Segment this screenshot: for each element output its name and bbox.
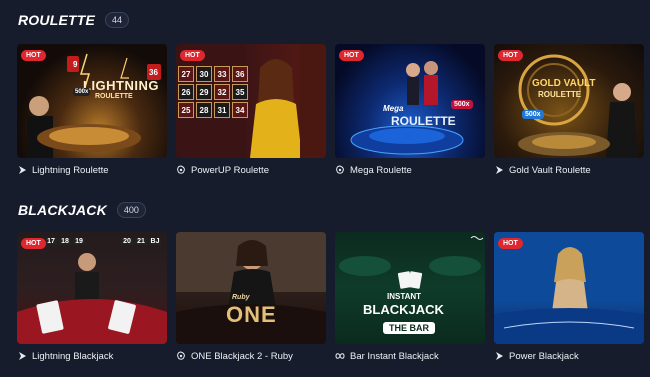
art-title: LIGHTNING — [83, 78, 159, 93]
game-card-one-blackjack-ruby[interactable]: ONE Ruby ONE Blackjack 2 - Ruby — [176, 232, 326, 363]
thumbnail-art: GOLD VAULT ROULETTE 500x — [494, 44, 644, 158]
multiplier-row-right: 20 21 BJ — [121, 238, 161, 245]
game-label-row: Gold Vault Roulette — [494, 163, 644, 177]
art-subtitle: Mega — [383, 104, 404, 113]
game-name[interactable]: Mega Roulette — [350, 165, 412, 176]
section-count-badge: 44 — [105, 12, 130, 28]
art-title: ONE — [226, 302, 277, 327]
section-count-badge: 400 — [116, 202, 146, 218]
number-grid: 27 30 33 36 26 29 32 35 25 28 31 34 — [178, 66, 248, 118]
game-name[interactable]: ONE Blackjack 2 - Ruby — [191, 351, 293, 362]
section-title[interactable]: ROULETTE — [18, 12, 95, 28]
multiplier-row-left: 17 18 19 — [45, 238, 85, 245]
game-label-row: Power Blackjack — [494, 349, 644, 363]
game-cards: 17 18 19 20 21 BJ HOT Lightning Blackjac… — [17, 232, 644, 363]
thumbnail-art: 27 30 33 36 26 29 32 35 25 28 31 34 — [176, 44, 326, 158]
game-card-bar-instant-blackjack[interactable]: INSTANT BLACKJACK THE BAR Bar Instant Bl… — [335, 232, 485, 363]
section-header: BLACKJACK 400 — [18, 200, 146, 220]
game-name[interactable]: Lightning Roulette — [32, 165, 109, 176]
art-number: BJ — [149, 238, 161, 245]
pragmatic-icon — [176, 351, 186, 361]
grid-number: 34 — [232, 102, 248, 118]
art-number: 19 — [73, 238, 85, 245]
pragmatic-icon — [176, 165, 186, 175]
art-number: 36 — [149, 68, 158, 77]
hot-badge: HOT — [498, 238, 523, 249]
art-title: ROULETTE — [391, 114, 456, 128]
section-title[interactable]: BLACKJACK — [18, 202, 107, 218]
game-thumbnail[interactable]: 27 30 33 36 26 29 32 35 25 28 31 34 HOT — [176, 44, 326, 158]
game-name[interactable]: PowerUP Roulette — [191, 165, 269, 176]
hot-badge: HOT — [21, 238, 46, 249]
grid-number: 30 — [196, 66, 212, 82]
game-name[interactable]: Lightning Blackjack — [32, 351, 113, 362]
game-label-row: ONE Blackjack 2 - Ruby — [176, 349, 326, 363]
game-card-powerup-roulette[interactable]: 27 30 33 36 26 29 32 35 25 28 31 34 HOT — [176, 44, 326, 177]
grid-number: 29 — [196, 84, 212, 100]
art-subtitle: ROULETTE — [538, 90, 582, 99]
game-card-power-blackjack[interactable]: HOT Power Blackjack — [494, 232, 644, 363]
grid-number: 26 — [178, 84, 194, 100]
art-multiplier: 500x — [73, 88, 91, 96]
art-title: GOLD VAULT — [532, 78, 596, 89]
hot-badge: HOT — [339, 50, 364, 61]
hot-badge: HOT — [498, 50, 523, 61]
art-number: 9 — [73, 60, 78, 69]
art-subtitle: INSTANT — [387, 292, 422, 301]
game-thumbnail[interactable]: HOT — [494, 232, 644, 344]
art-subtitle: ROULETTE — [95, 93, 133, 100]
game-label-row: Lightning Roulette — [17, 163, 167, 177]
game-name[interactable]: Bar Instant Blackjack — [350, 351, 439, 362]
lightning-roulette-art — [27, 53, 161, 158]
game-name[interactable]: Gold Vault Roulette — [509, 165, 591, 176]
art-number: 18 — [59, 238, 71, 245]
evolution-icon — [494, 165, 504, 175]
game-thumbnail[interactable]: GOLD VAULT ROULETTE 500x HOT — [494, 44, 644, 158]
grid-number: 25 — [178, 102, 194, 118]
thumbnail-art: ROULETTE Mega 500x — [335, 44, 485, 158]
evolution-icon — [494, 351, 504, 361]
pragmatic-icon — [335, 165, 345, 175]
art-multiplier: 500x — [522, 110, 544, 119]
grid-number: 27 — [178, 66, 194, 82]
evolution-icon — [17, 165, 27, 175]
infinity-icon — [335, 351, 345, 361]
game-label-row: Bar Instant Blackjack — [335, 349, 485, 363]
game-thumbnail[interactable]: 9 36 LIGHTNING ROULETTE 500x HOT — [17, 44, 167, 158]
grid-number: 28 — [196, 102, 212, 118]
art-subtitle: Ruby — [232, 294, 250, 301]
evolution-icon — [17, 351, 27, 361]
art-title: BLACKJACK — [363, 302, 444, 317]
thumbnail-art: INSTANT BLACKJACK THE BAR — [335, 232, 485, 344]
game-label-row: Lightning Blackjack — [17, 349, 167, 363]
game-thumbnail[interactable]: ROULETTE Mega 500x HOT — [335, 44, 485, 158]
thumbnail-art: 9 36 LIGHTNING ROULETTE 500x — [17, 44, 167, 158]
game-card-mega-roulette[interactable]: ROULETTE Mega 500x HOT Mega Roulette — [335, 44, 485, 177]
game-card-lightning-blackjack[interactable]: 17 18 19 20 21 BJ HOT Lightning Blackjac… — [17, 232, 167, 363]
grid-number: 35 — [232, 84, 248, 100]
hot-badge: HOT — [21, 50, 46, 61]
art-number: 21 — [135, 238, 147, 245]
grid-number: 36 — [232, 66, 248, 82]
section-header: ROULETTE 44 — [18, 10, 130, 30]
game-label-row: Mega Roulette — [335, 163, 485, 177]
grid-number: 32 — [214, 84, 230, 100]
art-tagline: THE BAR — [383, 322, 435, 334]
art-number: 17 — [45, 238, 57, 245]
thumbnail-art: ONE Ruby — [176, 232, 326, 344]
game-thumbnail[interactable]: ONE Ruby — [176, 232, 326, 344]
hot-badge: HOT — [180, 50, 205, 61]
game-card-gold-vault-roulette[interactable]: GOLD VAULT ROULETTE 500x HOT Gold Vault … — [494, 44, 644, 177]
game-card-lightning-roulette[interactable]: 9 36 LIGHTNING ROULETTE 500x HOT Lightni… — [17, 44, 167, 177]
art-number: 20 — [121, 238, 133, 245]
grid-number: 33 — [214, 66, 230, 82]
game-name[interactable]: Power Blackjack — [509, 351, 579, 362]
game-cards: 9 36 LIGHTNING ROULETTE 500x HOT Lightni… — [17, 44, 644, 177]
game-thumbnail[interactable]: 17 18 19 20 21 BJ HOT — [17, 232, 167, 344]
game-thumbnail[interactable]: INSTANT BLACKJACK THE BAR — [335, 232, 485, 344]
gold-vault-roulette-art — [518, 54, 638, 158]
grid-number: 31 — [214, 102, 230, 118]
art-multiplier: 500x — [451, 100, 473, 109]
game-label-row: PowerUP Roulette — [176, 163, 326, 177]
